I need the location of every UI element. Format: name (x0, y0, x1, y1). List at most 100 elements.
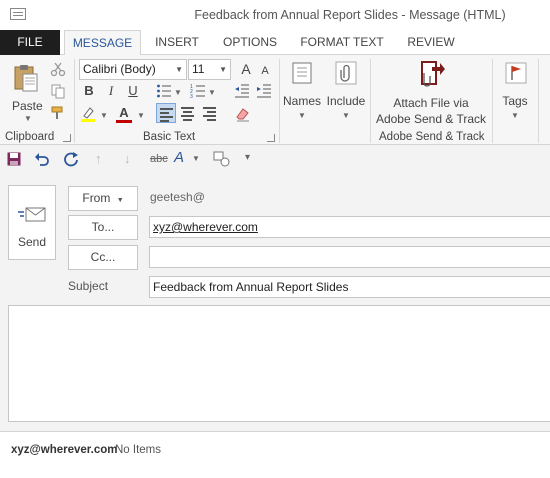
increase-indent-icon[interactable] (256, 83, 272, 99)
font-color-swatch (116, 120, 132, 123)
bold-button[interactable]: B (79, 81, 99, 101)
italic-button[interactable]: I (101, 81, 121, 101)
body-margin (0, 305, 8, 430)
chevron-down-icon: ▼ (298, 111, 306, 120)
chevron-down-icon: ▼ (219, 65, 227, 74)
basic-text-launcher-icon[interactable] (267, 134, 275, 142)
clipboard-group-label: Clipboard (5, 131, 55, 143)
underline-button[interactable]: U (123, 81, 143, 101)
people-pane-email[interactable]: xyz@wherever.com (11, 444, 117, 456)
chevron-down-icon[interactable]: ▼ (100, 111, 108, 120)
shapes-icon[interactable] (213, 151, 231, 167)
font-size-value: 11 (192, 62, 205, 76)
clipboard-paste-icon (14, 65, 38, 92)
font-size-combo[interactable]: 11 ▼ (188, 59, 231, 80)
send-envelope-icon (18, 207, 46, 222)
body-bottom-margin (0, 422, 550, 431)
paste-label: Paste (12, 99, 43, 113)
message-body[interactable] (8, 305, 550, 422)
ribbon-separator (370, 59, 371, 143)
quick-access-toolbar: ↑ ↓ abc A ▼ ▾ (0, 145, 550, 175)
customize-qat-icon[interactable]: ▾ (245, 152, 250, 163)
cc-field[interactable] (149, 246, 550, 268)
tab-message[interactable]: MESSAGE (64, 30, 141, 56)
from-button[interactable]: From ▼ (68, 186, 138, 211)
chevron-down-icon: ▼ (511, 111, 519, 120)
align-center-button[interactable] (178, 103, 198, 123)
people-pane-status: No Items (115, 444, 162, 456)
tab-file[interactable]: FILE (0, 30, 60, 55)
basic-text-group-label: Basic Text (143, 131, 196, 143)
chevron-down-icon: ▼ (175, 65, 183, 74)
paste-button[interactable]: Paste ▼ (6, 59, 46, 123)
cc-button[interactable]: Cc... (68, 245, 138, 270)
tab-options[interactable]: OPTIONS (218, 30, 282, 55)
tags-button[interactable]: Tags ▼ (496, 57, 534, 127)
font-color-button[interactable]: A (114, 103, 134, 123)
save-icon[interactable] (7, 152, 21, 166)
ribbon-separator (279, 59, 280, 143)
names-label: Names (282, 94, 321, 108)
undo-icon[interactable] (34, 151, 50, 167)
adobe-attach-icon (421, 61, 445, 87)
flag-icon (505, 62, 527, 84)
highlight-icon[interactable] (80, 106, 96, 122)
clear-formatting-icon[interactable] (234, 106, 250, 122)
ribbon-separator (492, 59, 493, 143)
to-field[interactable]: xyz@wherever.com (149, 216, 550, 238)
app-menu-icon[interactable] (10, 8, 26, 20)
from-label: From (82, 191, 111, 205)
clipboard-launcher-icon[interactable] (63, 134, 71, 142)
bullets-icon[interactable] (156, 83, 172, 99)
chevron-down-icon[interactable]: ▼ (192, 154, 200, 163)
numbering-icon[interactable]: 1 2 3 (190, 83, 206, 99)
spelling-icon[interactable]: abc (150, 153, 168, 165)
names-button[interactable]: Names ▼ (282, 57, 322, 127)
tab-format-text[interactable]: FORMAT TEXT (296, 30, 388, 55)
ribbon-separator (538, 59, 539, 143)
include-label: Include (326, 94, 366, 108)
send-label: Send (17, 235, 47, 249)
ribbon: Paste ▼ Clipboard Calibri (Body) ▼ 11 ▼ … (0, 55, 550, 145)
redo-icon[interactable] (63, 151, 79, 167)
font-name-value: Calibri (Body) (83, 62, 156, 76)
decrease-indent-icon[interactable] (234, 83, 250, 99)
text-effects-icon[interactable]: A (174, 149, 184, 166)
svg-text:3: 3 (190, 94, 193, 99)
shrink-font-button[interactable]: A (255, 61, 275, 81)
copy-icon[interactable] (50, 83, 66, 99)
paste-dropdown-icon[interactable]: ▼ (24, 114, 32, 123)
arrow-down-icon[interactable]: ↓ (124, 151, 131, 166)
to-recipient[interactable]: xyz@wherever.com (153, 220, 258, 234)
chevron-down-icon: ▼ (342, 111, 350, 120)
ribbon-separator (74, 59, 75, 143)
attach-file-adobe-button[interactable]: Attach File via Adobe Send & Track (372, 57, 490, 129)
adobe-label-line2: Adobe Send & Track (375, 112, 487, 126)
adobe-group-label: Adobe Send & Track (379, 131, 485, 143)
adobe-label-line1: Attach File via (393, 96, 469, 110)
include-button[interactable]: Include ▼ (324, 57, 368, 127)
window-title: Feedback from Annual Report Slides - Mes… (194, 8, 506, 22)
chevron-down-icon[interactable]: ▼ (174, 88, 182, 97)
align-right-button[interactable] (200, 103, 220, 123)
address-book-icon (292, 62, 312, 84)
arrow-up-icon[interactable]: ↑ (95, 151, 102, 166)
to-button[interactable]: To... (68, 215, 138, 240)
tab-insert[interactable]: INSERT (150, 30, 204, 55)
font-color-icon: A (119, 105, 129, 120)
cut-icon[interactable] (50, 61, 66, 77)
chevron-down-icon: ▼ (116, 197, 124, 204)
title-bar: Feedback from Annual Report Slides - Mes… (0, 0, 550, 30)
font-name-combo[interactable]: Calibri (Body) ▼ (79, 59, 187, 80)
chevron-down-icon[interactable]: ▼ (137, 111, 145, 120)
subject-field[interactable]: Feedback from Annual Report Slides (149, 276, 550, 298)
chevron-down-icon[interactable]: ▼ (208, 88, 216, 97)
ribbon-tabs: FILE MESSAGE INSERT OPTIONS FORMAT TEXT … (0, 30, 550, 56)
tab-review[interactable]: REVIEW (402, 30, 460, 55)
paperclip-icon (335, 61, 357, 85)
grow-font-button[interactable]: A (236, 59, 256, 79)
align-left-button[interactable] (156, 103, 176, 123)
format-painter-icon[interactable] (50, 105, 66, 121)
from-value: geetesh@ (150, 190, 205, 204)
send-button[interactable]: Send (8, 185, 56, 260)
